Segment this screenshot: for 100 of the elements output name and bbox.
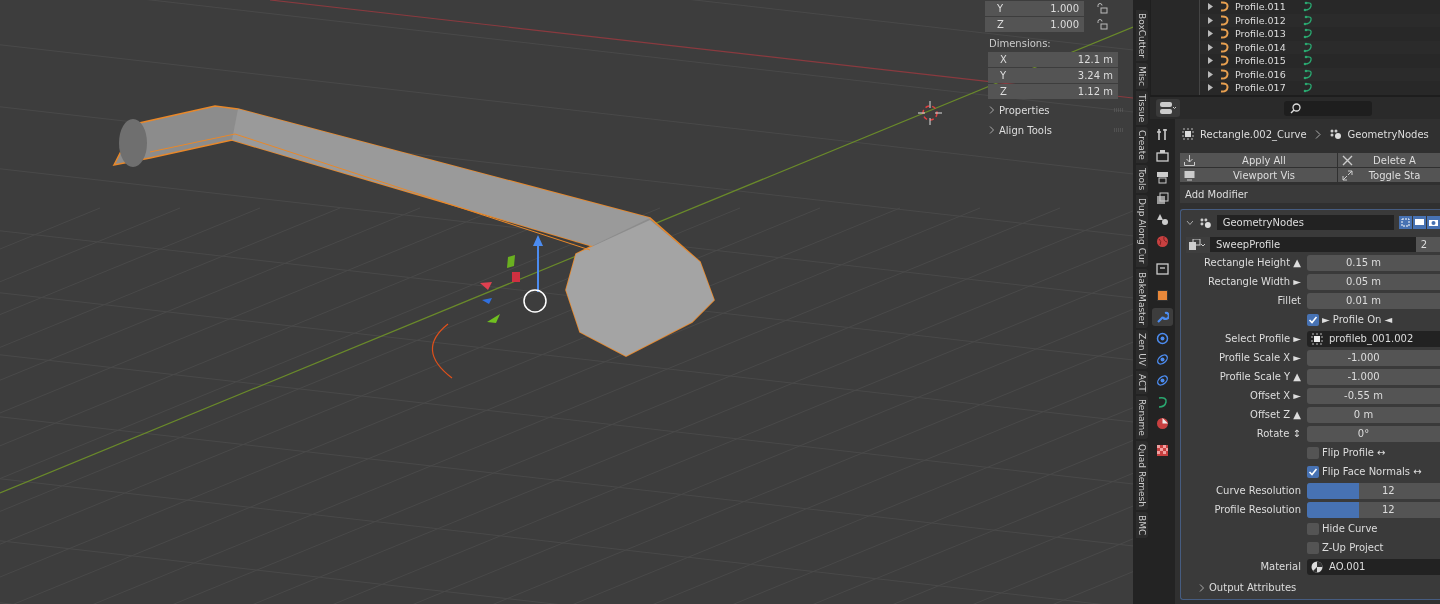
curve-icon — [1220, 41, 1229, 53]
curve-data-icon[interactable] — [1303, 41, 1314, 53]
lock-icon[interactable] — [1096, 2, 1108, 14]
chevron-right-icon — [1314, 129, 1321, 139]
dimension-field[interactable]: X 12.1 m — [988, 52, 1118, 67]
panel-header[interactable]: Align Tools — [985, 124, 1052, 136]
expand-icon — [1342, 169, 1353, 181]
square-icon — [1156, 289, 1169, 303]
checkbox[interactable] — [1307, 522, 1319, 535]
sidebar-tab[interactable]: Rename — [1135, 396, 1148, 440]
curve-icon — [1220, 82, 1229, 94]
action-button[interactable]: Delete A — [1338, 153, 1440, 167]
expand-arrow-icon[interactable] — [1207, 43, 1214, 51]
number-field[interactable]: -1.000 — [1307, 349, 1440, 366]
number-field[interactable]: 0 m — [1307, 406, 1440, 423]
number-field[interactable]: -1.000 — [1307, 368, 1440, 385]
sidebar-tab[interactable]: Tissue — [1135, 90, 1148, 126]
field-label: Rotate ↕ — [1255, 428, 1301, 439]
sidebar-tab[interactable]: Misc — [1135, 63, 1148, 89]
lock-icon[interactable] — [1096, 18, 1108, 30]
sidebar-tab[interactable]: Tools — [1135, 165, 1148, 194]
curve-data-icon[interactable] — [1303, 14, 1314, 26]
sidebar-tab[interactable]: Zen UV — [1135, 329, 1148, 369]
outliner-item[interactable]: Profile.016 — [1235, 68, 1295, 80]
checkbox[interactable] — [1307, 446, 1319, 459]
outliner-item[interactable]: Profile.013 — [1235, 28, 1295, 40]
subpanel-header[interactable]: Output Attributes — [1186, 576, 1440, 593]
curve-data-icon[interactable] — [1303, 55, 1314, 67]
field-label: Rectangle Height ▲ — [1203, 257, 1301, 268]
dimension-field[interactable]: Y 3.24 m — [988, 68, 1118, 83]
search-field[interactable] — [1284, 100, 1372, 116]
checkbox[interactable] — [1307, 313, 1319, 326]
checkbox-label: Flip Profile ↔ — [1322, 447, 1386, 458]
download-icon — [1184, 154, 1195, 166]
number-field[interactable]: 0.01 m — [1307, 292, 1440, 309]
outliner-item[interactable]: Profile.015 — [1235, 55, 1295, 67]
curve-data-icon[interactable] — [1303, 1, 1314, 13]
number-field[interactable]: 0.15 m — [1307, 254, 1440, 271]
sidebar-tab[interactable]: ACT — [1135, 370, 1148, 395]
node-group-browse-button[interactable] — [1186, 236, 1210, 253]
tools-icon — [1156, 128, 1169, 142]
action-button[interactable]: Apply All — [1180, 153, 1337, 167]
action-button[interactable]: Toggle Sta — [1338, 168, 1440, 182]
expand-arrow-icon[interactable] — [1207, 84, 1214, 92]
curve-data-icon[interactable] — [1303, 28, 1314, 40]
field-label: Material — [1259, 561, 1301, 572]
globe-icon — [1156, 234, 1169, 248]
sidebar-tab[interactable]: Create — [1135, 127, 1148, 164]
3d-viewport[interactable]: Y 1.000 Z 1.000 Dimensions: X 12.1 m Y 3.24 m Z 1.12 m Properties Align Tools — [0, 0, 1133, 604]
sidebar-tab[interactable]: BakeMaster — [1135, 268, 1148, 328]
add-modifier-button[interactable]: Add Modifier — [1180, 185, 1440, 203]
camera-icon[interactable] — [1427, 216, 1440, 229]
chevron-icon[interactable] — [1186, 218, 1194, 227]
number-field[interactable]: -0.55 m — [1307, 387, 1440, 404]
sidebar-tab[interactable]: BoxCutter — [1135, 10, 1148, 61]
number-field[interactable]: 0.05 m — [1307, 273, 1440, 290]
scale-field[interactable]: Z 1.000 — [985, 16, 1084, 32]
checkbox[interactable] — [1307, 465, 1319, 478]
object-field[interactable]: profileb_001.002 — [1307, 330, 1440, 347]
sidebar-tab[interactable]: BMC — [1135, 512, 1148, 539]
wrench-icon — [1156, 310, 1169, 324]
dimensions-label: Dimensions: — [989, 38, 1052, 49]
outliner-item[interactable]: Profile.017 — [1235, 82, 1295, 94]
object-icon — [1182, 128, 1194, 140]
expand-arrow-icon[interactable] — [1207, 3, 1214, 11]
monitor-icon — [1184, 169, 1195, 181]
action-button[interactable]: Viewport Vis — [1180, 168, 1337, 182]
number-field[interactable]: 0° — [1307, 425, 1440, 442]
node-group-field[interactable]: SweepProfile — [1210, 237, 1416, 252]
outliner-item[interactable]: Profile.012 — [1235, 14, 1295, 26]
field-label: Offset Z ▲ — [1249, 409, 1301, 420]
curve-data-icon[interactable] — [1303, 68, 1314, 80]
outliner-item[interactable]: Profile.011 — [1235, 1, 1295, 13]
shapes-icon — [1156, 213, 1169, 227]
expand-arrow-icon[interactable] — [1207, 16, 1214, 24]
field-label: Profile Scale X ► — [1217, 352, 1301, 363]
field-label: Profile Scale Y ▲ — [1218, 371, 1301, 382]
chevron-icon — [988, 106, 995, 114]
slider-field[interactable]: 12 — [1307, 482, 1440, 499]
panel-header[interactable]: Properties — [985, 104, 1050, 116]
scale-field[interactable]: Y 1.000 — [985, 0, 1084, 16]
monitor-icon[interactable] — [1413, 216, 1426, 229]
expand-arrow-icon[interactable] — [1207, 57, 1214, 65]
outliner-item[interactable]: Profile.014 — [1235, 41, 1295, 53]
expand-arrow-icon[interactable] — [1207, 70, 1214, 78]
modifier-name-field[interactable]: GeometryNodes — [1216, 215, 1394, 230]
sidebar-tab[interactable]: Dup Along Cur — [1135, 195, 1148, 267]
slider-field[interactable]: 12 — [1307, 501, 1440, 518]
dimension-field[interactable]: Z 1.12 m — [988, 84, 1118, 99]
material-field[interactable]: AO.001 — [1307, 558, 1440, 575]
toggles-icon — [1160, 102, 1176, 114]
curve-data-icon[interactable] — [1303, 82, 1314, 94]
editor-type-button[interactable] — [1156, 99, 1180, 117]
checkbox[interactable] — [1307, 541, 1319, 554]
checkbox-label: Z-Up Project — [1322, 542, 1384, 553]
checkbox-label: Hide Curve — [1322, 523, 1378, 534]
user-count[interactable]: 2 — [1416, 237, 1440, 252]
sphere-icon — [1156, 417, 1169, 430]
sidebar-tab[interactable]: Quad Remesh — [1135, 441, 1148, 511]
expand-arrow-icon[interactable] — [1207, 30, 1214, 38]
